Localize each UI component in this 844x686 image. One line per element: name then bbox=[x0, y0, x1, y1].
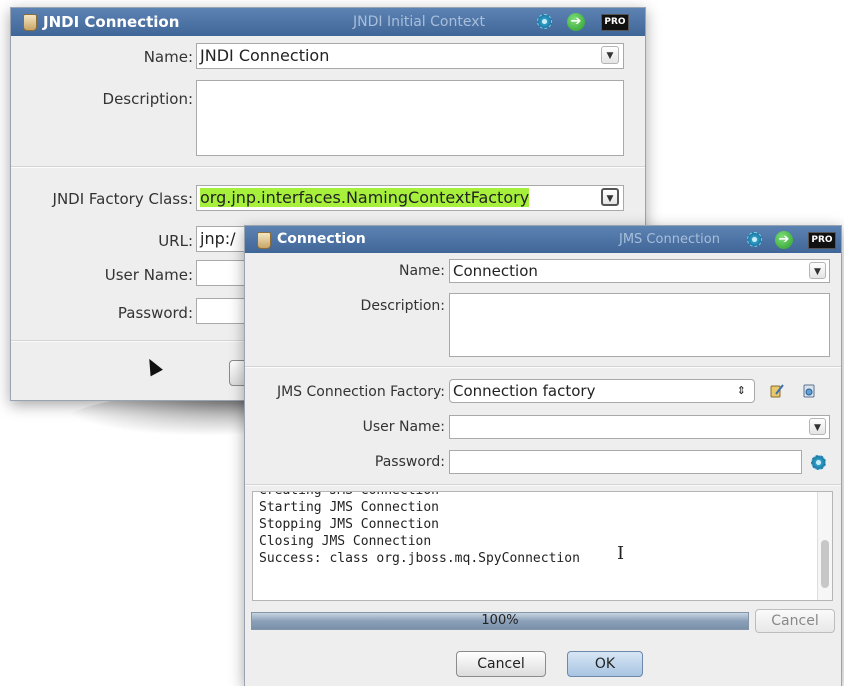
jndi-title: JNDI Connection bbox=[43, 13, 180, 31]
url-label: URL: bbox=[158, 232, 193, 250]
name-label: Name: bbox=[143, 48, 193, 66]
user-name-label: User Name: bbox=[362, 419, 445, 435]
log-scrollbar[interactable] bbox=[817, 492, 832, 600]
jms-subtitle: JMS Connection bbox=[619, 232, 720, 247]
pro-badge: PRO bbox=[601, 14, 629, 31]
name-field[interactable]: Connection ▼ bbox=[449, 259, 830, 283]
user-name-field[interactable]: ▼ bbox=[449, 415, 830, 439]
name-label: Name: bbox=[398, 263, 445, 279]
user-name-dropdown-button[interactable]: ▼ bbox=[809, 418, 826, 435]
jndi-factory-combo[interactable]: org.jnp.interfaces.NamingContextFactory … bbox=[196, 185, 624, 211]
jndi-factory-value: org.jnp.interfaces.NamingContextFactory bbox=[200, 188, 530, 207]
factory-lookup-icon[interactable] bbox=[801, 383, 817, 399]
log-line: Stopping JMS Connection bbox=[259, 517, 440, 532]
jndi-factory-dropdown-button[interactable]: ▼ bbox=[601, 188, 619, 206]
name-dropdown-button[interactable]: ▼ bbox=[601, 46, 619, 64]
password-label: Password: bbox=[117, 304, 193, 322]
description-label: Description: bbox=[102, 90, 193, 108]
description-field[interactable] bbox=[449, 293, 830, 357]
user-name-label: User Name: bbox=[104, 266, 193, 284]
progress-label: 100% bbox=[481, 613, 519, 628]
jms-connection-dialog: Connection JMS Connection ➔ PRO Name: Co… bbox=[244, 225, 842, 686]
password-field[interactable] bbox=[449, 450, 802, 474]
jms-title: Connection bbox=[277, 231, 366, 247]
jms-factory-value: Connection factory bbox=[453, 382, 596, 400]
jndi-factory-label: JNDI Factory Class: bbox=[52, 190, 193, 208]
password-label: Password: bbox=[374, 454, 445, 470]
ok-button[interactable]: OK bbox=[567, 651, 643, 677]
progress-cancel-button[interactable]: Cancel bbox=[755, 609, 835, 633]
password-options-icon[interactable] bbox=[811, 455, 826, 470]
name-dropdown-button[interactable]: ▼ bbox=[809, 262, 826, 279]
updown-arrows-icon: ⇕ bbox=[736, 384, 746, 397]
progress-bar: 100% bbox=[251, 612, 749, 630]
separator bbox=[245, 366, 841, 368]
name-value: Connection bbox=[453, 262, 538, 280]
url-value: jnp:/ bbox=[200, 229, 236, 248]
description-label: Description: bbox=[360, 298, 445, 314]
go-arrow-icon[interactable]: ➔ bbox=[567, 13, 585, 31]
log-line: Closing JMS Connection bbox=[259, 534, 432, 549]
jms-factory-label: JMS Connection Factory: bbox=[276, 384, 445, 400]
separator bbox=[11, 166, 645, 168]
log-output[interactable]: Creating JMS Connection Starting JMS Con… bbox=[252, 491, 833, 601]
log-scrollbar-thumb[interactable] bbox=[821, 540, 829, 588]
text-cursor-icon: I bbox=[617, 543, 625, 564]
jndi-subtitle: JNDI Initial Context bbox=[353, 14, 485, 30]
jms-titlebar[interactable]: Connection JMS Connection ➔ PRO bbox=[245, 226, 841, 253]
separator bbox=[245, 484, 841, 486]
factory-edit-icon[interactable] bbox=[769, 383, 785, 399]
pro-badge: PRO bbox=[808, 232, 836, 249]
log-line: Success: class org.jboss.mq.SpyConnectio… bbox=[259, 551, 580, 566]
log-line: Creating JMS Connection bbox=[259, 492, 580, 499]
cancel-button[interactable]: Cancel bbox=[456, 651, 546, 677]
settings-icon[interactable] bbox=[747, 232, 762, 247]
connection-icon bbox=[257, 232, 271, 249]
settings-icon[interactable] bbox=[537, 14, 552, 29]
jms-factory-select[interactable]: Connection factory ⇕ bbox=[449, 379, 755, 403]
go-arrow-icon[interactable]: ➔ bbox=[775, 231, 793, 249]
description-field[interactable] bbox=[196, 80, 624, 156]
name-value: JNDI Connection bbox=[200, 46, 330, 65]
jndi-titlebar[interactable]: JNDI Connection JNDI Initial Context ➔ P… bbox=[11, 8, 645, 36]
name-field[interactable]: JNDI Connection ▼ bbox=[196, 43, 624, 69]
log-line: Starting JMS Connection bbox=[259, 500, 440, 515]
connection-icon bbox=[23, 14, 37, 31]
log-lines: Creating JMS Connection Starting JMS Con… bbox=[259, 492, 580, 567]
